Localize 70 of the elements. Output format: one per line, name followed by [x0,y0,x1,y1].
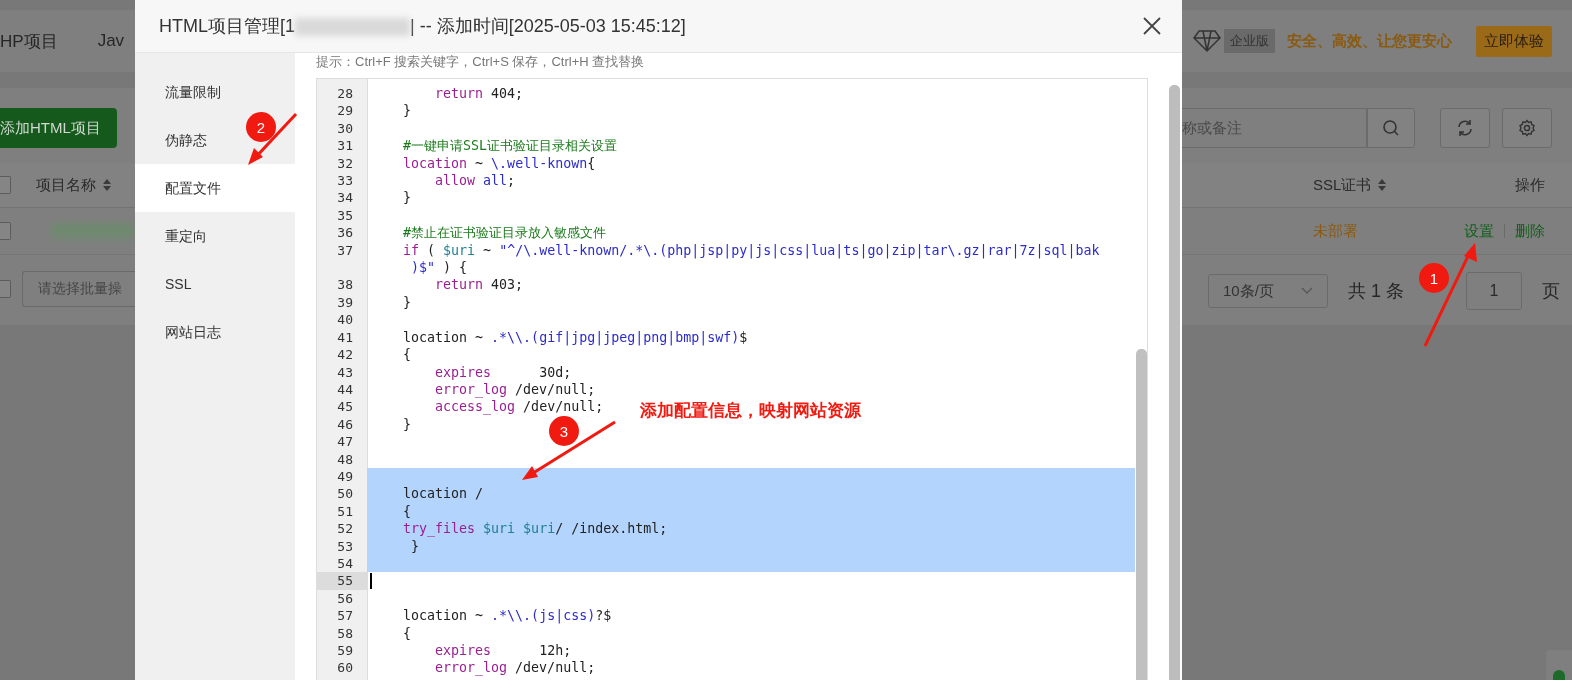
code-line: expires 30d; [434,364,572,380]
close-icon[interactable] [1142,16,1162,36]
chevron-down-icon [1301,287,1313,295]
code-line: } [402,416,412,432]
code-line: } [402,103,412,119]
headset-icon [1552,668,1566,680]
chat-widget[interactable] [1546,650,1572,680]
search-icon [1381,119,1400,137]
hint-text: 提示：Ctrl+F 搜索关键字，Ctrl+S 保存，Ctrl+H 查找替换 [316,53,646,71]
code-line: location / [402,486,484,502]
code-line: location ~ .*\\.(js|css)?$ [402,608,612,624]
line-number: 55 [317,572,367,590]
text-cursor [370,573,372,590]
sidebar-item[interactable]: 伪静态 [165,132,207,148]
total-count: 共 1 条 [1348,280,1404,303]
add-project-button[interactable]: 添加HTML项目 [0,108,117,148]
search-button[interactable] [1366,108,1415,148]
page-unit: 页 [1542,280,1560,303]
settings-link[interactable]: 设置 [1464,221,1494,241]
sidebar-item[interactable]: 流量限制 [165,84,221,100]
code-line: location ~ \.well-known{ [402,155,596,171]
code-line: expires 12h; [434,643,572,658]
delete-link[interactable]: 删除 [1515,221,1545,241]
slogan-text: 安全、高效、让您更安心 [1287,31,1452,51]
modal-title: HTML项目管理[1 | -- 添加时间[2025-05-03 15:45:12] [159,15,686,38]
code-line: { [402,503,412,519]
code-line: if ( $uri ~ "^/\.well-known/.*\.(php|jsp|py|js|css|lua|ts|go|zip|tar\.gz|rar|7z|sql|bak )$" ) { [402,242,1100,276]
column-header[interactable]: SSL证书 [1313,175,1372,195]
diamond-icon [1192,29,1222,53]
code-line: access_log /dev/null; [434,399,604,415]
code-line: } [402,294,412,310]
code-line: #一键申请SSL证书验证目录相关设置 [402,138,618,154]
refresh-button[interactable] [1439,108,1490,148]
try-now-button[interactable]: 立即体验 [1476,25,1552,57]
sidebar-item[interactable]: 重定向 [165,228,207,244]
sort-icon [102,178,112,192]
settings-icon [1517,119,1536,137]
settings-button[interactable] [1501,108,1552,148]
sort-icon [1377,178,1388,192]
scrollbar[interactable] [1169,85,1180,680]
sidebar-item[interactable]: 配置文件 [165,180,221,196]
code-line: location ~ .*\\.(gif|jpg|jpeg|png|bmp|swf)$ [402,329,748,345]
ssl-status: 未部署 [1313,221,1358,241]
code-line: return 403; [434,277,524,293]
code-line: { [402,347,412,363]
nav-item[interactable]: HP项目 [0,29,58,53]
sidebar-item[interactable]: 网站日志 [165,324,221,340]
code-editor[interactable] [316,78,1148,680]
annotation-caption: 添加配置信息，映射网站资源 [640,400,861,422]
page-size-select[interactable]: 10条/页 [1208,274,1328,308]
page-input[interactable]: 1 [1466,272,1522,310]
code-line: #禁止在证书验证目录放入敏感文件 [402,225,607,241]
column-header: 操作 [1515,175,1545,195]
checkbox[interactable] [0,222,11,240]
column-header[interactable]: 项目名称 [36,175,96,195]
code-line: try_files $uri $uri/ /index.html; [402,521,668,537]
code-line: { [402,625,412,641]
code-line: } [410,538,420,554]
nav-item[interactable]: Jav [97,31,125,51]
code-line: return 404; [434,86,524,101]
refresh-icon [1455,119,1474,137]
code-line: error_log /dev/null; [434,381,596,397]
code-line: error_log /dev/null; [434,660,596,676]
checkbox[interactable] [0,176,11,194]
checkbox[interactable] [0,280,11,298]
annotation-arrow [248,112,298,165]
code-line: } [402,190,412,206]
sidebar-item[interactable]: SSL [165,276,192,292]
scrollbar[interactable] [1136,349,1147,680]
code-line: allow all; [434,173,516,189]
